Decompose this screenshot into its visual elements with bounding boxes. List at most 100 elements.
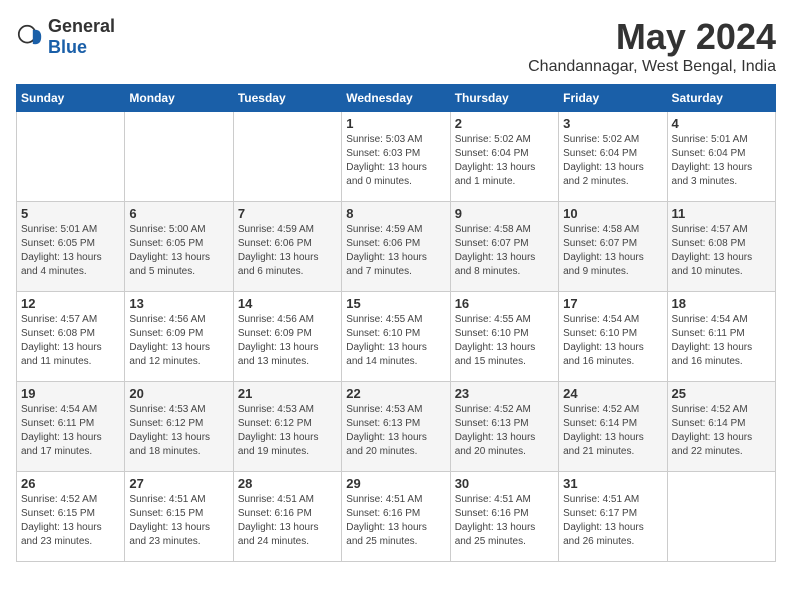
day-number: 21: [238, 386, 337, 401]
col-header-saturday: Saturday: [667, 85, 775, 112]
calendar-cell: 19Sunrise: 4:54 AM Sunset: 6:11 PM Dayli…: [17, 382, 125, 472]
col-header-friday: Friday: [559, 85, 667, 112]
calendar-table: SundayMondayTuesdayWednesdayThursdayFrid…: [16, 84, 776, 562]
day-number: 6: [129, 206, 228, 221]
calendar-cell: 5 Sunrise: 5:01 AM Sunset: 6:05 PM Daylig…: [17, 202, 125, 292]
header-row: SundayMondayTuesdayWednesdayThursdayFrid…: [17, 85, 776, 112]
logo-icon: [16, 23, 44, 51]
calendar-cell: 2Sunrise: 5:02 AM Sunset: 6:04 PM Daylig…: [450, 112, 558, 202]
month-title: May 2024: [528, 16, 776, 58]
col-header-tuesday: Tuesday: [233, 85, 341, 112]
day-info: Sunrise: 5:02 AM Sunset: 6:04 PM Dayligh…: [563, 133, 662, 189]
day-number: 20: [129, 386, 228, 401]
day-number: 11: [672, 206, 771, 221]
calendar-cell: 22 Sunrise: 4:53 AM Sunset: 6:13 PM Dayli…: [342, 382, 450, 472]
calendar-cell: 18 Sunrise: 4:54 AM Sunset: 6:11 PM Dayli…: [667, 292, 775, 382]
day-number: 25: [672, 386, 771, 401]
calendar-cell: 11 Sunrise: 4:57 AM Sunset: 6:08 PM Dayli…: [667, 202, 775, 292]
calendar-cell: [667, 472, 775, 562]
calendar-cell: 24 Sunrise: 4:52 AM Sunset: 6:14 PM Dayli…: [559, 382, 667, 472]
day-info: Sunrise: 4:58 AM Sunset: 6:07 PM Dayligh…: [563, 223, 662, 279]
day-info: Sunrise: 4:58 AM Sunset: 6:07 PM Dayligh…: [455, 223, 554, 279]
day-number: 5: [21, 206, 120, 221]
day-number: 3: [563, 116, 662, 131]
day-info: Sunrise: 4:54 AM Sunset: 6:11 PM Dayligh…: [672, 313, 771, 369]
logo: General Blue: [16, 16, 115, 58]
day-number: 4: [672, 116, 771, 131]
day-info: Sunrise: 4:52 AM Sunset: 6:13 PM Dayligh…: [455, 403, 554, 459]
day-info: Sunrise: 4:52 AM Sunset: 6:14 PM Dayligh…: [672, 403, 771, 459]
day-number: 17: [563, 296, 662, 311]
day-info: Sunrise: 4:51 AM Sunset: 6:16 PM Dayligh…: [455, 493, 554, 549]
day-info: Sunrise: 4:54 AM Sunset: 6:11 PM Dayligh…: [21, 403, 120, 459]
day-info: Sunrise: 4:53 AM Sunset: 6:13 PM Dayligh…: [346, 403, 445, 459]
day-number: 7: [238, 206, 337, 221]
day-info: Sunrise: 5:01 AM Sunset: 6:04 PM Dayligh…: [672, 133, 771, 189]
col-header-thursday: Thursday: [450, 85, 558, 112]
calendar-cell: 26 Sunrise: 4:52 AM Sunset: 6:15 PM Dayli…: [17, 472, 125, 562]
day-number: 24: [563, 386, 662, 401]
day-info: Sunrise: 4:56 AM Sunset: 6:09 PM Dayligh…: [129, 313, 228, 369]
day-number: 16: [455, 296, 554, 311]
calendar-cell: 29 Sunrise: 4:51 AM Sunset: 6:16 PM Dayli…: [342, 472, 450, 562]
day-info: Sunrise: 4:51 AM Sunset: 6:16 PM Dayligh…: [238, 493, 337, 549]
calendar-cell: 3 Sunrise: 5:02 AM Sunset: 6:04 PM Daylig…: [559, 112, 667, 202]
week-row-1: 1 Sunrise: 5:03 AM Sunset: 6:03 PM Daylig…: [17, 112, 776, 202]
day-info: Sunrise: 4:59 AM Sunset: 6:06 PM Dayligh…: [238, 223, 337, 279]
day-number: 10: [563, 206, 662, 221]
calendar-cell: 15 Sunrise: 4:55 AM Sunset: 6:10 PM Dayli…: [342, 292, 450, 382]
day-info: Sunrise: 4:51 AM Sunset: 6:17 PM Dayligh…: [563, 493, 662, 549]
day-info: Sunrise: 5:03 AM Sunset: 6:03 PM Dayligh…: [346, 133, 445, 189]
calendar-cell: 16Sunrise: 4:55 AM Sunset: 6:10 PM Dayli…: [450, 292, 558, 382]
calendar-cell: 14 Sunrise: 4:56 AM Sunset: 6:09 PM Dayli…: [233, 292, 341, 382]
calendar-cell: 28 Sunrise: 4:51 AM Sunset: 6:16 PM Dayli…: [233, 472, 341, 562]
day-number: 29: [346, 476, 445, 491]
day-info: Sunrise: 5:02 AM Sunset: 6:04 PM Dayligh…: [455, 133, 554, 189]
day-info: Sunrise: 5:01 AM Sunset: 6:05 PM Dayligh…: [21, 223, 120, 279]
day-number: 12: [21, 296, 120, 311]
location-title: Chandannagar, West Bengal, India: [528, 58, 776, 76]
day-info: Sunrise: 4:53 AM Sunset: 6:12 PM Dayligh…: [129, 403, 228, 459]
day-number: 8: [346, 206, 445, 221]
day-info: Sunrise: 4:52 AM Sunset: 6:15 PM Dayligh…: [21, 493, 120, 549]
calendar-cell: 7 Sunrise: 4:59 AM Sunset: 6:06 PM Daylig…: [233, 202, 341, 292]
calendar-cell: 8 Sunrise: 4:59 AM Sunset: 6:06 PM Daylig…: [342, 202, 450, 292]
day-info: Sunrise: 5:00 AM Sunset: 6:05 PM Dayligh…: [129, 223, 228, 279]
day-number: 1: [346, 116, 445, 131]
day-info: Sunrise: 4:52 AM Sunset: 6:14 PM Dayligh…: [563, 403, 662, 459]
day-number: 18: [672, 296, 771, 311]
day-number: 15: [346, 296, 445, 311]
col-header-monday: Monday: [125, 85, 233, 112]
day-info: Sunrise: 4:59 AM Sunset: 6:06 PM Dayligh…: [346, 223, 445, 279]
day-info: Sunrise: 4:55 AM Sunset: 6:10 PM Dayligh…: [346, 313, 445, 369]
day-info: Sunrise: 4:51 AM Sunset: 6:16 PM Dayligh…: [346, 493, 445, 549]
week-row-5: 26 Sunrise: 4:52 AM Sunset: 6:15 PM Dayli…: [17, 472, 776, 562]
calendar-cell: 10 Sunrise: 4:58 AM Sunset: 6:07 PM Dayli…: [559, 202, 667, 292]
calendar-cell: 31Sunrise: 4:51 AM Sunset: 6:17 PM Dayli…: [559, 472, 667, 562]
page-header: General Blue May 2024 Chandannagar, West…: [16, 16, 776, 76]
calendar-cell: 9 Sunrise: 4:58 AM Sunset: 6:07 PM Daylig…: [450, 202, 558, 292]
day-info: Sunrise: 4:53 AM Sunset: 6:12 PM Dayligh…: [238, 403, 337, 459]
calendar-cell: 25 Sunrise: 4:52 AM Sunset: 6:14 PM Dayli…: [667, 382, 775, 472]
calendar-cell: [125, 112, 233, 202]
day-number: 22: [346, 386, 445, 401]
day-number: 27: [129, 476, 228, 491]
week-row-2: 5 Sunrise: 5:01 AM Sunset: 6:05 PM Daylig…: [17, 202, 776, 292]
day-number: 9: [455, 206, 554, 221]
calendar-cell: 17Sunrise: 4:54 AM Sunset: 6:10 PM Dayli…: [559, 292, 667, 382]
calendar-cell: 23Sunrise: 4:52 AM Sunset: 6:13 PM Dayli…: [450, 382, 558, 472]
day-info: Sunrise: 4:57 AM Sunset: 6:08 PM Dayligh…: [672, 223, 771, 279]
day-number: 13: [129, 296, 228, 311]
calendar-cell: 30Sunrise: 4:51 AM Sunset: 6:16 PM Dayli…: [450, 472, 558, 562]
col-header-wednesday: Wednesday: [342, 85, 450, 112]
calendar-cell: 6 Sunrise: 5:00 AM Sunset: 6:05 PM Daylig…: [125, 202, 233, 292]
calendar-cell: 1 Sunrise: 5:03 AM Sunset: 6:03 PM Daylig…: [342, 112, 450, 202]
day-info: Sunrise: 4:56 AM Sunset: 6:09 PM Dayligh…: [238, 313, 337, 369]
day-number: 26: [21, 476, 120, 491]
day-number: 28: [238, 476, 337, 491]
calendar-cell: 4 Sunrise: 5:01 AM Sunset: 6:04 PM Daylig…: [667, 112, 775, 202]
calendar-cell: 13 Sunrise: 4:56 AM Sunset: 6:09 PM Dayli…: [125, 292, 233, 382]
calendar-cell: 27Sunrise: 4:51 AM Sunset: 6:15 PM Dayli…: [125, 472, 233, 562]
col-header-sunday: Sunday: [17, 85, 125, 112]
day-number: 14: [238, 296, 337, 311]
